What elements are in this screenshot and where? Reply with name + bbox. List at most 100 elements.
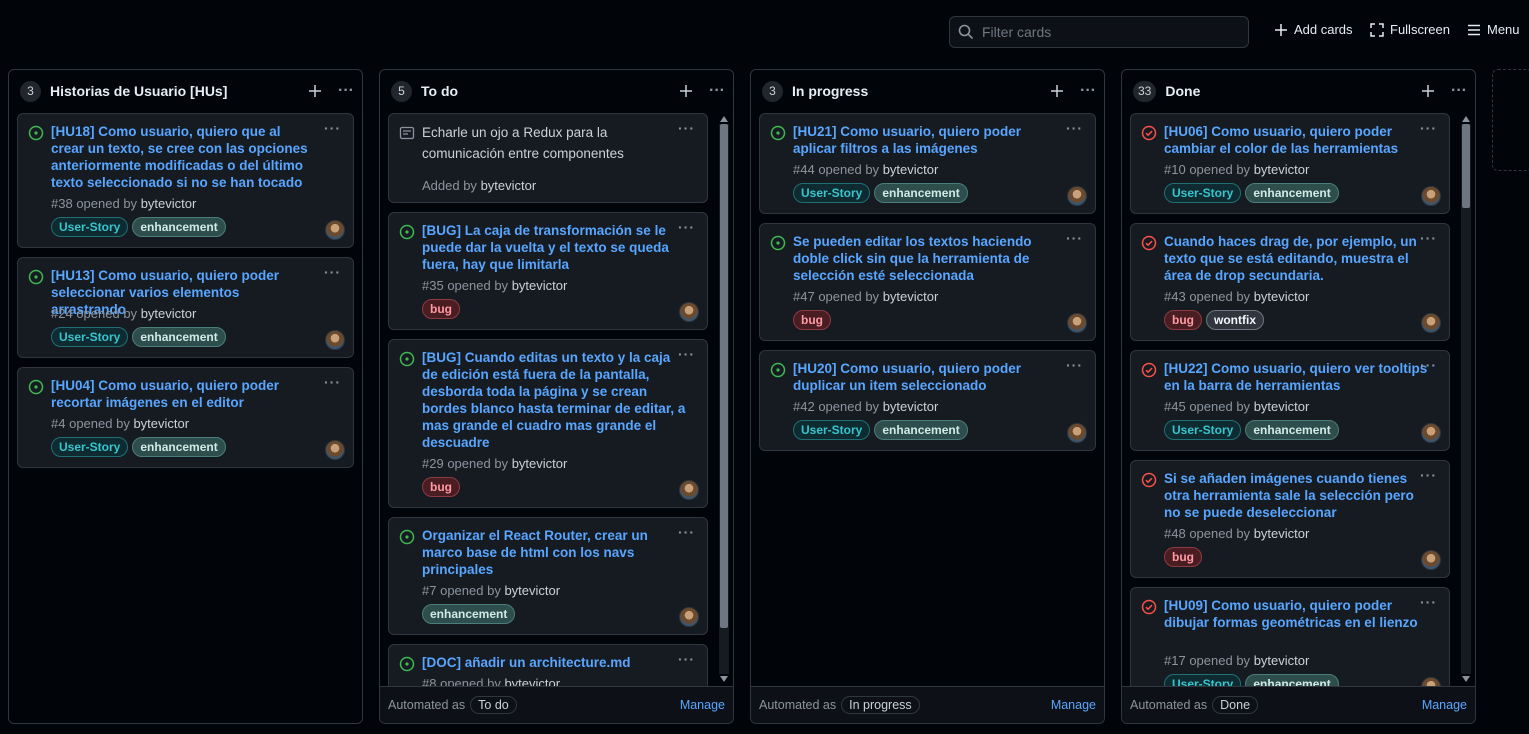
card-menu-icon[interactable]: ···: [324, 374, 341, 390]
filter-cards-field[interactable]: [949, 16, 1249, 48]
column-scrollbar[interactable]: [1459, 112, 1473, 686]
label-enhancement[interactable]: enhancement: [132, 437, 226, 457]
note-card[interactable]: Echarle un ojo a Redux para la comunicac…: [388, 113, 708, 203]
label-enhancement[interactable]: enhancement: [1245, 183, 1339, 203]
add-column-placeholder[interactable]: [1492, 69, 1529, 171]
author-link[interactable]: bytevictor: [1254, 399, 1310, 414]
card-menu-icon[interactable]: ···: [1420, 357, 1437, 373]
issue-title-link[interactable]: Si se añaden imágenes cuando tienes otra…: [1164, 470, 1429, 521]
author-link[interactable]: bytevictor: [1254, 653, 1310, 668]
label-bug[interactable]: bug: [422, 477, 460, 497]
fullscreen-button[interactable]: Fullscreen: [1370, 22, 1450, 37]
card-menu-icon[interactable]: ···: [1066, 230, 1083, 246]
author-link[interactable]: bytevictor: [512, 278, 568, 293]
issue-card[interactable]: [HU04] Como usuario, quiero poder recort…: [17, 367, 354, 468]
label-enhancement[interactable]: enhancement: [874, 420, 968, 440]
label-enhancement[interactable]: enhancement: [1245, 420, 1339, 440]
add-card-icon[interactable]: [308, 84, 322, 98]
card-menu-icon[interactable]: ···: [678, 651, 695, 667]
issue-title-link[interactable]: [HU04] Como usuario, quiero poder recort…: [51, 377, 316, 411]
avatar[interactable]: [679, 607, 699, 627]
issue-card[interactable]: [HU06] Como usuario, quiero poder cambia…: [1130, 113, 1450, 214]
scroll-down-arrow-icon[interactable]: [1462, 676, 1470, 682]
card-menu-icon[interactable]: ···: [1420, 230, 1437, 246]
card-menu-icon[interactable]: ···: [678, 219, 695, 235]
author-link[interactable]: bytevictor: [883, 289, 939, 304]
avatar[interactable]: [1067, 423, 1087, 443]
add-card-icon[interactable]: [1421, 84, 1435, 98]
issue-card[interactable]: [BUG] La caja de transformación se le pu…: [388, 212, 708, 330]
issue-card[interactable]: Si se añaden imágenes cuando tienes otra…: [1130, 460, 1450, 578]
author-link[interactable]: bytevictor: [141, 306, 197, 321]
issue-title-link[interactable]: [HU09] Como usuario, quiero poder dibuja…: [1164, 597, 1429, 631]
author-link[interactable]: bytevictor: [1254, 162, 1310, 177]
manage-automation-link[interactable]: Manage: [1422, 698, 1467, 712]
scroll-down-arrow-icon[interactable]: [720, 676, 728, 682]
author-link[interactable]: bytevictor: [133, 416, 189, 431]
label-user-story[interactable]: User-Story: [793, 420, 871, 440]
avatar[interactable]: [325, 220, 345, 240]
label-user-story[interactable]: User-Story: [1164, 420, 1242, 440]
label-user-story[interactable]: User-Story: [1164, 183, 1242, 203]
label-bug[interactable]: bug: [1164, 547, 1202, 567]
column-menu-icon[interactable]: ···: [338, 83, 354, 99]
scroll-thumb[interactable]: [720, 124, 728, 628]
card-menu-icon[interactable]: ···: [1420, 120, 1437, 136]
label-enhancement[interactable]: enhancement: [132, 217, 226, 237]
avatar[interactable]: [325, 330, 345, 350]
card-menu-icon[interactable]: ···: [324, 120, 341, 136]
column-menu-icon[interactable]: ···: [1451, 83, 1467, 99]
column-menu-icon[interactable]: ···: [709, 83, 725, 99]
add-card-icon[interactable]: [1050, 84, 1064, 98]
issue-card[interactable]: [HU21] Como usuario, quiero poder aplica…: [759, 113, 1096, 214]
card-menu-icon[interactable]: ···: [1066, 357, 1083, 373]
issue-card[interactable]: [HU22] Como usuario, quiero ver tooltips…: [1130, 350, 1450, 451]
column-scrollbar[interactable]: [717, 112, 731, 686]
avatar[interactable]: [1421, 186, 1441, 206]
issue-card[interactable]: [HU18] Como usuario, quiero que al crear…: [17, 113, 354, 248]
scroll-up-arrow-icon[interactable]: [720, 116, 728, 122]
avatar[interactable]: [325, 440, 345, 460]
label-bug[interactable]: bug: [422, 299, 460, 319]
card-menu-icon[interactable]: ···: [1420, 594, 1437, 610]
issue-title-link[interactable]: [HU22] Como usuario, quiero ver tooltips…: [1164, 360, 1429, 394]
avatar[interactable]: [1421, 423, 1441, 443]
avatar[interactable]: [1067, 313, 1087, 333]
label-user-story[interactable]: User-Story: [51, 327, 129, 347]
column-menu-icon[interactable]: ···: [1080, 83, 1096, 99]
issue-card[interactable]: [HU13] Como usuario, quiero poder selecc…: [17, 257, 354, 358]
issue-card[interactable]: [HU20] Como usuario, quiero poder duplic…: [759, 350, 1096, 451]
issue-title-link[interactable]: [HU18] Como usuario, quiero que al crear…: [51, 123, 316, 191]
card-menu-icon[interactable]: ···: [678, 346, 695, 362]
issue-card[interactable]: [DOC] añadir un architecture.md ··· #8 o…: [388, 644, 708, 686]
card-menu-icon[interactable]: ···: [678, 120, 695, 136]
issue-title-link[interactable]: Se pueden editar los textos haciendo dob…: [793, 233, 1058, 284]
card-menu-icon[interactable]: ···: [1420, 467, 1437, 483]
avatar[interactable]: [1067, 186, 1087, 206]
label-bug[interactable]: bug: [1164, 310, 1202, 330]
author-link[interactable]: bytevictor: [883, 162, 939, 177]
label-user-story[interactable]: User-Story: [1164, 674, 1242, 686]
avatar[interactable]: [1421, 550, 1441, 570]
scroll-thumb[interactable]: [1462, 124, 1470, 208]
issue-title-link[interactable]: [HU06] Como usuario, quiero poder cambia…: [1164, 123, 1429, 157]
card-menu-icon[interactable]: ···: [1066, 120, 1083, 136]
author-link[interactable]: bytevictor: [1254, 289, 1310, 304]
label-user-story[interactable]: User-Story: [51, 437, 129, 457]
issue-title-link[interactable]: [HU20] Como usuario, quiero poder duplic…: [793, 360, 1058, 394]
author-link[interactable]: bytevictor: [504, 676, 560, 686]
avatar[interactable]: [1421, 313, 1441, 333]
filter-cards-input[interactable]: [982, 24, 1232, 40]
issue-card[interactable]: Cuando haces drag de, por ejemplo, un te…: [1130, 223, 1450, 341]
issue-title-link[interactable]: [HU21] Como usuario, quiero poder aplica…: [793, 123, 1058, 157]
label-enhancement[interactable]: enhancement: [874, 183, 968, 203]
issue-card[interactable]: Se pueden editar los textos haciendo dob…: [759, 223, 1096, 341]
author-link[interactable]: bytevictor: [883, 399, 939, 414]
manage-automation-link[interactable]: Manage: [680, 698, 725, 712]
author-link[interactable]: bytevictor: [1254, 526, 1310, 541]
menu-button[interactable]: Menu: [1467, 22, 1520, 37]
issue-card[interactable]: [HU09] Como usuario, quiero poder dibuja…: [1130, 587, 1450, 686]
label-enhancement[interactable]: enhancement: [422, 604, 516, 624]
issue-title-link[interactable]: [BUG] Cuando editas un texto y la caja d…: [422, 349, 687, 451]
issue-title-link[interactable]: Cuando haces drag de, por ejemplo, un te…: [1164, 233, 1429, 284]
